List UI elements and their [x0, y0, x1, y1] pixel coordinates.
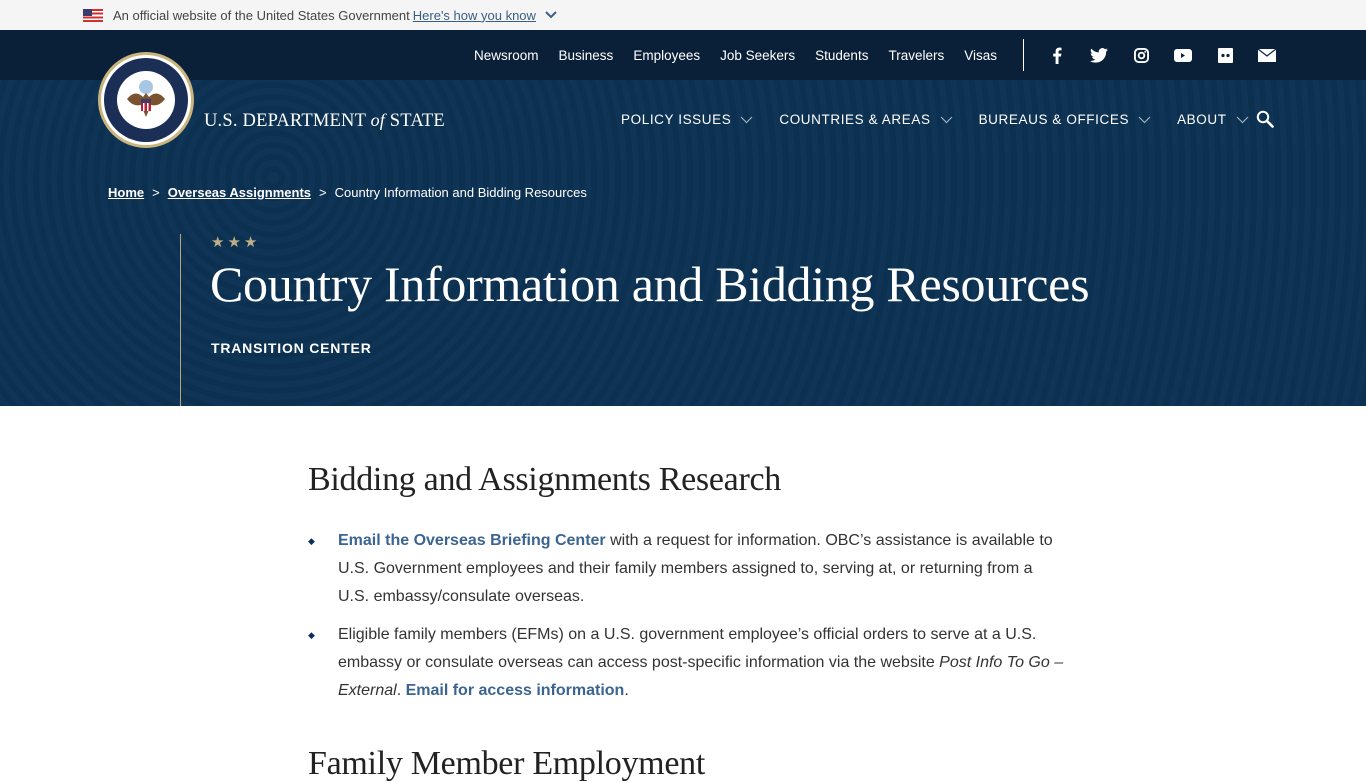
main-nav: U.S. DEPARTMENT of STATE POLICY ISSUES C…: [0, 52, 1366, 162]
list-item-text: .: [396, 682, 406, 699]
section-heading-bidding: Bidding and Assignments Research: [308, 461, 781, 498]
department-seal-logo[interactable]: [98, 52, 194, 148]
breadcrumb-home[interactable]: Home: [108, 185, 144, 200]
email-obc-link[interactable]: Email the Overseas Briefing Center: [338, 532, 606, 549]
util-link-newsroom[interactable]: Newsroom: [474, 48, 539, 63]
nav-label: ABOUT: [1177, 112, 1227, 127]
list-item: Email the Overseas Briefing Center with …: [308, 527, 1068, 611]
divider: [1023, 39, 1024, 71]
util-link-students[interactable]: Students: [815, 48, 868, 63]
wordmark-state: STATE: [384, 111, 445, 131]
decorative-vertical-line: [180, 234, 181, 406]
chevron-down-icon: [1138, 116, 1151, 123]
main-content: Bidding and Assignments Research Email t…: [308, 406, 1068, 783]
email-icon[interactable]: [1256, 44, 1278, 66]
list-item-text: Eligible family members (EFMs) on a U.S.…: [338, 626, 1037, 671]
util-link-visas[interactable]: Visas: [964, 48, 997, 63]
util-link-employees[interactable]: Employees: [633, 48, 700, 63]
breadcrumb-separator: >: [319, 185, 327, 200]
chevron-down-icon[interactable]: [545, 9, 557, 21]
breadcrumb-current: Country Information and Bidding Resource…: [334, 185, 587, 200]
breadcrumb-overseas-assignments[interactable]: Overseas Assignments: [168, 185, 311, 200]
gov-banner: An official website of the United States…: [0, 0, 1366, 30]
facebook-icon[interactable]: [1046, 44, 1068, 66]
nav-countries-areas[interactable]: COUNTRIES & AREAS: [779, 112, 953, 127]
utility-nav: Newsroom Business Employees Job Seekers …: [0, 30, 1366, 80]
chevron-down-icon: [940, 116, 953, 123]
stars-decoration: ★★★: [211, 234, 261, 251]
wordmark-text: U.S. DEPARTMENT: [204, 111, 371, 131]
nav-about[interactable]: ABOUT: [1177, 112, 1249, 127]
us-flag-icon: [83, 8, 103, 22]
nav-label: POLICY ISSUES: [621, 112, 732, 127]
wordmark-of: of: [370, 110, 385, 130]
chevron-down-icon: [1236, 116, 1249, 123]
section-heading-family-employment: Family Member Employment: [308, 745, 705, 782]
twitter-icon[interactable]: [1088, 44, 1110, 66]
heres-how-you-know-link[interactable]: Here's how you know: [413, 8, 536, 23]
util-link-travelers[interactable]: Travelers: [888, 48, 944, 63]
nav-policy-issues[interactable]: POLICY ISSUES: [621, 112, 753, 127]
page-title: Country Information and Bidding Resource…: [210, 256, 1090, 312]
gov-banner-text: An official website of the United States…: [113, 7, 410, 23]
nav-label: BUREAUS & OFFICES: [978, 112, 1130, 127]
breadcrumb: Home > Overseas Assignments > Country In…: [108, 185, 587, 200]
hero-banner: U.S. DEPARTMENT of STATE POLICY ISSUES C…: [0, 52, 1366, 406]
util-link-business[interactable]: Business: [559, 48, 614, 63]
nav-bureaus-offices[interactable]: BUREAUS & OFFICES: [979, 112, 1151, 127]
chevron-down-icon: [740, 116, 753, 123]
resource-list: Email the Overseas Briefing Center with …: [308, 527, 1068, 705]
department-wordmark[interactable]: U.S. DEPARTMENT of STATE: [204, 110, 445, 132]
list-item-text: .: [624, 682, 629, 699]
flickr-icon[interactable]: [1214, 44, 1236, 66]
social-links: [1046, 44, 1278, 66]
section-label[interactable]: TRANSITION CENTER: [211, 340, 372, 356]
util-link-job-seekers[interactable]: Job Seekers: [720, 48, 795, 63]
email-access-info-link[interactable]: Email for access information: [406, 682, 625, 699]
list-item: Eligible family members (EFMs) on a U.S.…: [308, 621, 1068, 705]
search-icon[interactable]: [1256, 110, 1276, 130]
instagram-icon[interactable]: [1130, 44, 1152, 66]
nav-label: COUNTRIES & AREAS: [779, 112, 931, 127]
youtube-icon[interactable]: [1172, 44, 1194, 66]
breadcrumb-separator: >: [152, 185, 160, 200]
primary-nav: POLICY ISSUES COUNTRIES & AREAS BUREAUS …: [621, 112, 1275, 127]
